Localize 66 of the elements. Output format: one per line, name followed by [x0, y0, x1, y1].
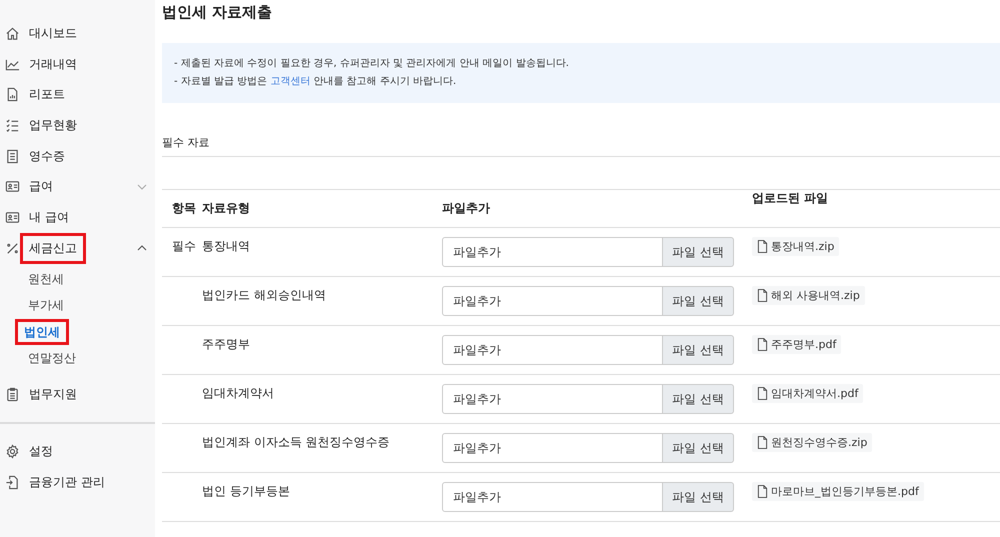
sidebar-item[interactable]: 금융기관 관리 — [0, 466, 155, 498]
file-name-field[interactable]: 파일추가 — [442, 335, 663, 365]
sidebar-item[interactable]: 법무지원 — [0, 380, 155, 410]
submenu-item[interactable]: 원천세 — [28, 266, 64, 292]
file-import-icon — [5, 474, 20, 490]
file-icon — [757, 387, 768, 400]
table-cell: 법인카드 해외승인내역 — [202, 276, 442, 326]
file-name-field[interactable]: 파일추가 — [442, 482, 663, 512]
file-name-field[interactable]: 파일추가 — [442, 237, 663, 267]
file-icon — [757, 485, 768, 498]
choose-file-button[interactable]: 파일 선택 — [663, 433, 734, 463]
choose-file-button[interactable]: 파일 선택 — [663, 286, 734, 316]
id-card-icon — [5, 179, 20, 194]
submenu-item[interactable]: 연말정산 — [28, 344, 76, 372]
uploaded-file-link[interactable]: 마로마브_법인등기부등본.pdf — [752, 482, 924, 501]
document-icon — [5, 87, 20, 102]
chevron-icon[interactable] — [137, 245, 147, 252]
sidebar-item[interactable]: 세금신고 — [0, 232, 155, 264]
file-icon — [757, 436, 768, 449]
sidebar-item[interactable]: 업무현황 — [0, 110, 155, 141]
table-cell: 법인 등기부등본 — [202, 472, 442, 522]
file-icon — [757, 289, 768, 302]
section-title: 필수 자료 — [162, 135, 1000, 157]
sidebar-item[interactable]: 거래내역 — [0, 48, 155, 80]
uploaded-file-link[interactable]: 해외 사용내역.zip — [752, 286, 865, 305]
sidebar-item[interactable]: 대시보드 — [0, 18, 155, 49]
notice-text: - 제출된 자료에 수정이 필요한 경우, 슈퍼관리자 및 관리자에게 안내 메일이 발송됩니다. — [174, 57, 570, 71]
uploaded-file-link[interactable]: 원천징수영수증.zip — [752, 433, 872, 452]
file-icon — [757, 240, 768, 253]
percent-icon — [5, 240, 20, 256]
notice-text: - 자료별 발급 방법은 고객센터 안내를 참고해 주시기 바랍니다. — [174, 75, 458, 89]
choose-file-button[interactable]: 파일 선택 — [663, 335, 734, 365]
uploaded-file-link[interactable]: 주주명부.pdf — [752, 335, 842, 354]
table-cell: 법인계좌 이자소득 원천징수영수증 — [202, 424, 442, 472]
sidebar-item[interactable]: 리포트 — [0, 79, 155, 110]
table-cell: 임대차계약서 — [202, 374, 442, 424]
sidebar-item[interactable]: 설정 — [0, 436, 155, 467]
column-header: 항목 — [162, 190, 202, 228]
choose-file-button[interactable]: 파일 선택 — [663, 384, 734, 414]
settings-icon — [5, 444, 20, 460]
column-header: 업로드된 파일 — [752, 190, 1000, 228]
file-name-field[interactable]: 파일추가 — [442, 286, 663, 316]
table-cell: 필수 — [162, 228, 202, 276]
table-cell: 통장내역 — [202, 228, 442, 276]
uploaded-file-link[interactable]: 통장내역.zip — [752, 237, 840, 256]
submenu-item[interactable]: 부가세 — [28, 292, 64, 319]
submenu-item[interactable]: 법인세 — [18, 322, 66, 342]
uploaded-file-link[interactable]: 임대차계약서.pdf — [752, 384, 864, 403]
sidebar-item[interactable]: 영수증 — [0, 140, 155, 172]
file-name-field[interactable]: 파일추가 — [442, 384, 663, 414]
file-icon — [757, 338, 768, 351]
sidebar-item[interactable]: 내 급여 — [0, 202, 155, 233]
file-name-field[interactable]: 파일추가 — [442, 433, 663, 463]
checklist-icon — [5, 118, 20, 133]
table-cell: 주주명부 — [202, 326, 442, 374]
support-link[interactable]: 고객센터 — [270, 76, 310, 87]
choose-file-button[interactable]: 파일 선택 — [663, 482, 734, 512]
home-icon — [5, 26, 20, 41]
sidebar-item[interactable]: 급여 — [0, 171, 155, 202]
page-title: 법인세 자료제출 — [162, 2, 274, 23]
choose-file-button[interactable]: 파일 선택 — [663, 237, 734, 267]
clipboard-icon — [5, 387, 20, 402]
column-header: 자료유형 — [202, 190, 442, 228]
id-card-icon — [5, 210, 20, 225]
column-header: 파일추가 — [442, 190, 752, 228]
receipt-icon — [5, 148, 20, 164]
